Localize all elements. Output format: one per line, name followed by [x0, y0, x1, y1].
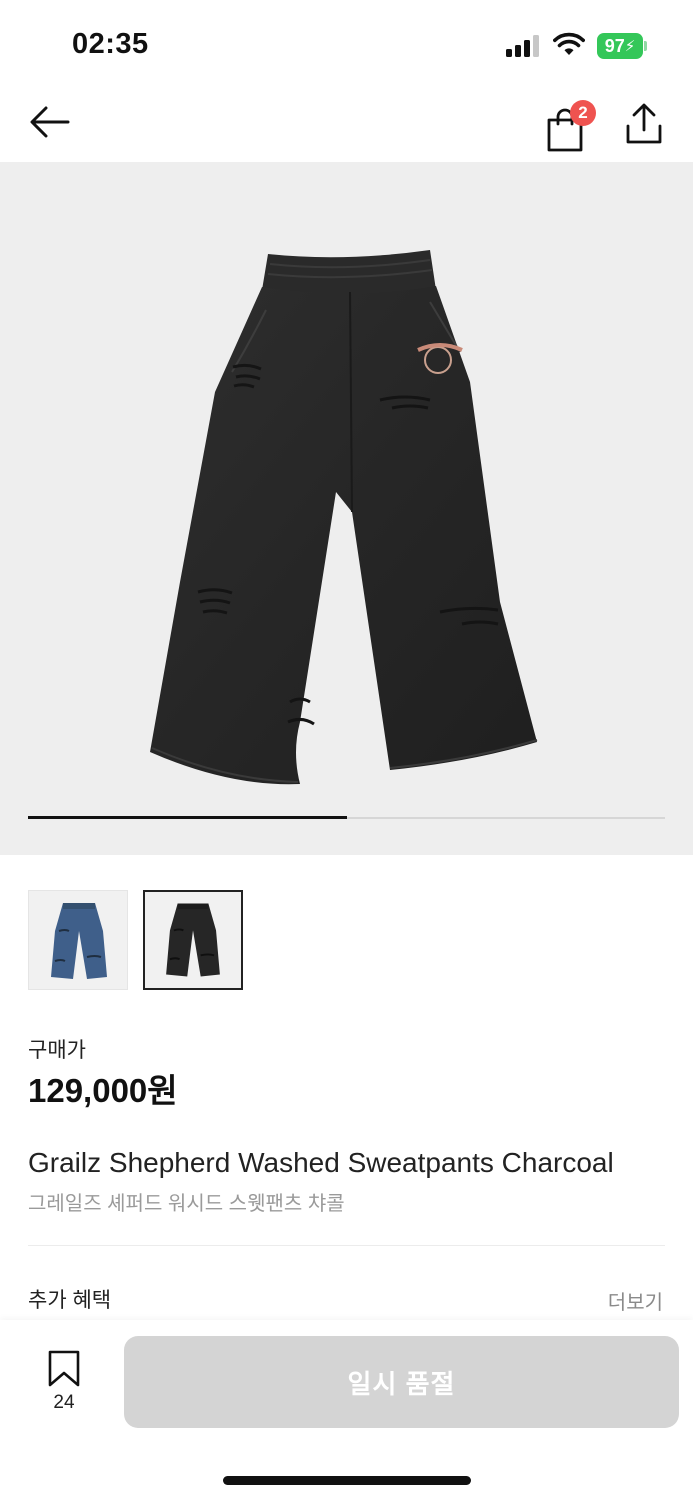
- carousel-progress: [28, 816, 665, 819]
- cellular-signal-icon: [506, 35, 540, 57]
- bottom-action-bar: 24 일시 품절: [0, 1320, 693, 1500]
- bookmark-button[interactable]: 24: [40, 1350, 88, 1416]
- thumbnail-charcoal[interactable]: [143, 890, 243, 990]
- charcoal-pants-image: [166, 903, 220, 977]
- bookmark-icon: [48, 1350, 80, 1387]
- sold-out-button[interactable]: 일시 품절: [124, 1336, 679, 1428]
- color-thumbnails: [28, 890, 243, 990]
- battery-icon: 97 ⚡: [597, 33, 647, 59]
- product-image-carousel[interactable]: [0, 162, 693, 855]
- price-label: 구매가: [28, 1039, 86, 1062]
- cart-button[interactable]: 2: [545, 100, 596, 152]
- extra-benefits-label: 추가 혜택: [28, 1289, 112, 1312]
- wifi-icon: [553, 32, 585, 55]
- top-navigation: 2: [0, 90, 693, 162]
- share-icon[interactable]: [624, 102, 664, 146]
- status-bar: 02:35 97 ⚡: [0, 0, 693, 90]
- carousel-progress-fill: [28, 816, 347, 819]
- see-more-link[interactable]: 더보기: [608, 1286, 663, 1315]
- product-image: [150, 250, 538, 785]
- status-time: 02:35: [72, 28, 149, 60]
- battery-level: 97: [604, 35, 625, 56]
- divider: [28, 1245, 665, 1246]
- product-detail-screen: 02:35 97 ⚡ 2 구매가 129,000원 Grailz Shepher…: [0, 0, 693, 1500]
- bookmark-count: 24: [53, 1392, 75, 1413]
- cart-count-badge: 2: [570, 100, 596, 126]
- blue-pants-image: [51, 903, 107, 979]
- product-name-ko: 그레일즈 셰퍼드 워시드 스웻팬츠 챠콜: [28, 1193, 345, 1215]
- price-value: 129,000원: [28, 1072, 178, 1109]
- home-indicator: [223, 1476, 471, 1485]
- arrow-left-icon[interactable]: [28, 102, 72, 142]
- thumbnail-blue[interactable]: [28, 890, 128, 990]
- product-name-en: Grailz Shepherd Washed Sweatpants Charco…: [28, 1147, 614, 1178]
